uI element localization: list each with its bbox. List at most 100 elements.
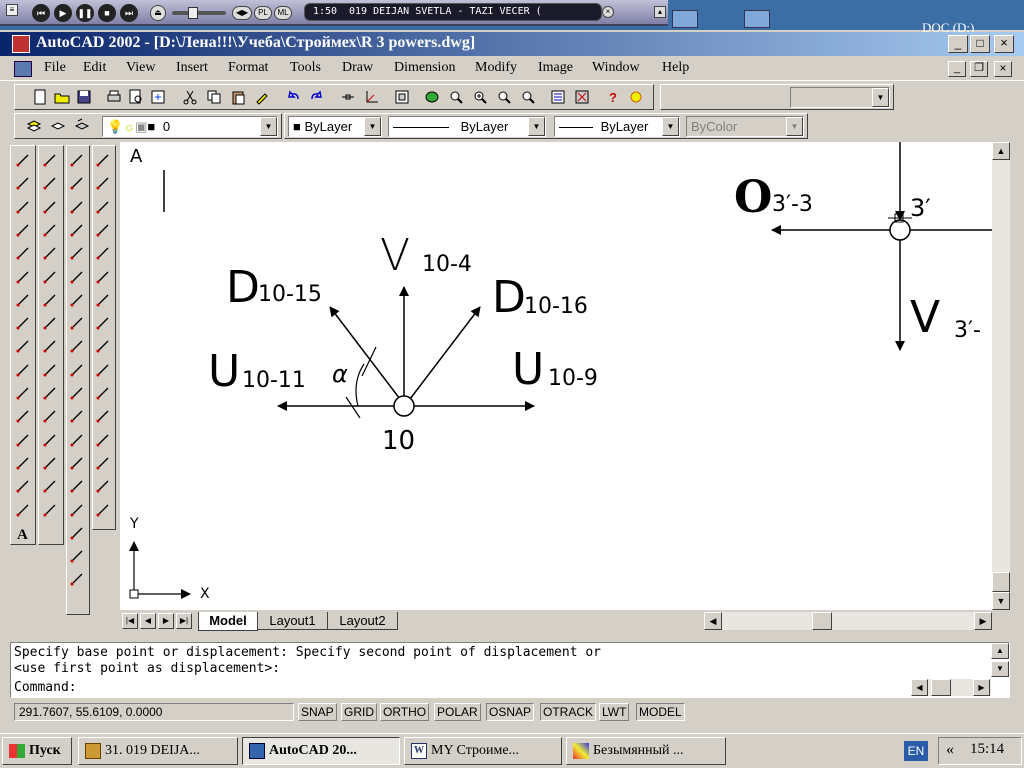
menu-view[interactable]: View bbox=[126, 60, 155, 76]
tab-layout1[interactable]: Layout1 bbox=[258, 612, 328, 630]
help-icon[interactable]: ? bbox=[602, 87, 622, 107]
properties-icon[interactable] bbox=[548, 87, 568, 107]
layer-manager-icon[interactable] bbox=[24, 116, 44, 136]
osnap-settings-icon[interactable] bbox=[67, 523, 87, 543]
close-button[interactable]: × bbox=[994, 35, 1014, 53]
scale-icon[interactable] bbox=[40, 313, 60, 333]
tolerance-icon[interactable] bbox=[93, 383, 113, 403]
zoom-previous-icon[interactable] bbox=[494, 87, 514, 107]
stop-button[interactable]: ■ bbox=[98, 4, 116, 22]
circle-icon[interactable] bbox=[13, 290, 33, 310]
copy-icon[interactable] bbox=[204, 87, 224, 107]
model-toggle[interactable]: MODEL bbox=[636, 703, 685, 721]
nearest-icon[interactable] bbox=[67, 476, 87, 496]
drawing-area[interactable]: A V 10-4 D 10-15 D 10-16 U 10-11 U 10-9 … bbox=[120, 142, 992, 610]
quick-dim-icon[interactable] bbox=[93, 290, 113, 310]
ortho-toggle[interactable]: ORTHO bbox=[380, 703, 430, 721]
make-block-icon[interactable] bbox=[13, 430, 33, 450]
taskbar-item-winamp[interactable]: 31. 019 DEIJA... bbox=[78, 737, 238, 765]
object-snap-icon[interactable] bbox=[338, 87, 358, 107]
make-layer-current-icon[interactable] bbox=[48, 116, 68, 136]
new-icon[interactable] bbox=[30, 87, 50, 107]
arc-icon[interactable] bbox=[13, 267, 33, 287]
scroll-down-button[interactable]: ▼ bbox=[992, 592, 1010, 610]
color-combo[interactable]: ■ ByLayer ▼ bbox=[288, 116, 382, 137]
menu-file[interactable]: File bbox=[44, 60, 66, 76]
break-icon[interactable] bbox=[40, 406, 60, 426]
line-icon[interactable] bbox=[13, 150, 33, 170]
maximize-button[interactable]: □ bbox=[970, 35, 990, 53]
grid-toggle[interactable]: GRID bbox=[341, 703, 377, 721]
layer-previous-icon[interactable] bbox=[72, 116, 92, 136]
array-icon[interactable] bbox=[40, 243, 60, 263]
menu-dimension[interactable]: Dimension bbox=[394, 60, 455, 76]
tab-first-button[interactable]: |◀ bbox=[122, 613, 138, 629]
dim-update-icon[interactable] bbox=[93, 476, 113, 496]
menu-modify[interactable]: Modify bbox=[475, 60, 517, 76]
zoom-realtime-icon[interactable] bbox=[446, 87, 466, 107]
tab-layout2[interactable]: Layout2 bbox=[328, 612, 398, 630]
taskbar-item-autocad[interactable]: AutoCAD 20... bbox=[242, 737, 400, 765]
snap-from-icon[interactable] bbox=[67, 173, 87, 193]
ellipse-arc-icon[interactable] bbox=[13, 383, 33, 403]
snap-none-icon[interactable] bbox=[67, 500, 87, 520]
midpoint-icon[interactable] bbox=[67, 220, 87, 240]
point-icon[interactable] bbox=[13, 453, 33, 473]
diameter-dim-icon[interactable] bbox=[93, 243, 113, 263]
offset-icon[interactable] bbox=[40, 220, 60, 240]
tab-model[interactable]: Model bbox=[198, 612, 258, 631]
baseline-dim-icon[interactable] bbox=[93, 313, 113, 333]
menu-help[interactable]: Help bbox=[662, 60, 689, 76]
extend-icon[interactable] bbox=[40, 383, 60, 403]
trim-icon[interactable] bbox=[40, 360, 60, 380]
move-icon[interactable] bbox=[40, 267, 60, 287]
radius-dim-icon[interactable] bbox=[93, 220, 113, 240]
title-bar[interactable]: AutoCAD 2002 - [D:\Лена!!!\Учеба\Стройме… bbox=[0, 32, 1024, 56]
construction-line-icon[interactable] bbox=[13, 173, 33, 193]
plot-icon[interactable] bbox=[104, 87, 124, 107]
parallel-icon[interactable] bbox=[67, 406, 87, 426]
layer-combo[interactable]: 💡☼▣■ 0 ▼ bbox=[102, 116, 278, 137]
language-indicator[interactable]: EN bbox=[904, 741, 928, 761]
rotate-icon[interactable] bbox=[40, 290, 60, 310]
save-icon[interactable] bbox=[74, 87, 94, 107]
prev-track-button[interactable]: ⏮ bbox=[32, 4, 50, 22]
distance-icon[interactable] bbox=[67, 569, 87, 589]
hscroll-left-button[interactable]: ◀ bbox=[704, 612, 722, 630]
magnet-icon[interactable] bbox=[67, 546, 87, 566]
menu-edit[interactable]: Edit bbox=[83, 60, 106, 76]
cut-icon[interactable] bbox=[180, 87, 200, 107]
doc-restore-button[interactable]: ❐ bbox=[970, 61, 988, 77]
erase-icon[interactable] bbox=[40, 150, 60, 170]
spline-icon[interactable] bbox=[13, 336, 33, 356]
hscroll-right-button[interactable]: ▶ bbox=[974, 612, 992, 630]
doc-close-button[interactable]: × bbox=[994, 61, 1012, 77]
menu-insert[interactable]: Insert bbox=[176, 60, 208, 76]
start-button[interactable]: Пуск bbox=[2, 737, 72, 765]
scroll-up-button[interactable]: ▲ bbox=[992, 142, 1010, 160]
ellipse-icon[interactable] bbox=[13, 360, 33, 380]
desktop-folder-icon[interactable] bbox=[744, 10, 770, 28]
linetype-combo[interactable]: ByLayer ▼ bbox=[388, 116, 546, 137]
tray-expand-arrows[interactable]: « bbox=[946, 741, 954, 759]
coordinates-display[interactable]: 291.7607, 55.6109, 0.0000 bbox=[14, 703, 294, 721]
eject-button[interactable]: ⏏ bbox=[150, 5, 166, 21]
playlist-button[interactable]: PL bbox=[254, 6, 272, 20]
taskbar-item-word[interactable]: W MY Строиме... bbox=[404, 737, 562, 765]
mirror-icon[interactable] bbox=[40, 197, 60, 217]
polyline-icon[interactable] bbox=[13, 197, 33, 217]
revision-cloud-icon[interactable] bbox=[13, 313, 33, 333]
tab-prev-button[interactable]: ◀ bbox=[140, 613, 156, 629]
ordinate-dim-icon[interactable] bbox=[93, 197, 113, 217]
minimize-button[interactable]: _ bbox=[948, 35, 968, 53]
fillet-icon[interactable] bbox=[40, 476, 60, 496]
zoom-window-icon[interactable] bbox=[470, 87, 490, 107]
dim-edit-icon[interactable] bbox=[93, 430, 113, 450]
menu-format[interactable]: Format bbox=[228, 60, 268, 76]
linear-dim-icon[interactable] bbox=[93, 150, 113, 170]
temporary-track-icon[interactable] bbox=[67, 150, 87, 170]
perpendicular-icon[interactable] bbox=[67, 383, 87, 403]
explode-icon[interactable] bbox=[40, 500, 60, 520]
apparent-intersection-icon[interactable] bbox=[67, 267, 87, 287]
insertion-icon[interactable] bbox=[67, 430, 87, 450]
